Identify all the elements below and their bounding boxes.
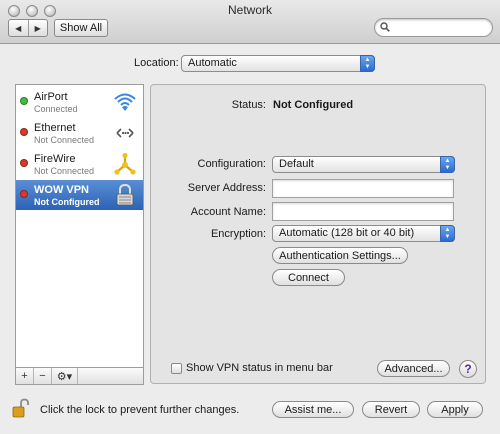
help-button[interactable]: ?: [459, 360, 477, 378]
server-address-field[interactable]: [272, 179, 454, 198]
search-icon: [380, 22, 390, 32]
lock-message: Click the lock to prevent further change…: [40, 404, 240, 416]
popup-arrows-icon: ▲ ▼: [440, 225, 455, 242]
back-forward-control: ◀ ▶: [8, 19, 48, 37]
encryption-value: Automatic (128 bit or 40 bit): [279, 227, 415, 239]
configuration-popup[interactable]: Default ▲ ▼: [272, 156, 455, 173]
service-status: Connected: [34, 104, 78, 114]
vpn-lock-icon: [116, 183, 134, 206]
apply-button[interactable]: Apply: [427, 401, 483, 418]
advanced-button[interactable]: Advanced...: [377, 360, 450, 377]
location-value: Automatic: [188, 57, 237, 69]
encryption-label: Encryption:: [210, 228, 266, 240]
account-name-field[interactable]: [272, 202, 454, 221]
forward-button[interactable]: ▶: [27, 20, 48, 36]
ethernet-icon: [116, 128, 134, 138]
service-item-airport[interactable]: AirPort Connected: [16, 87, 143, 117]
window-toolbar: Network ◀ ▶ Show All: [0, 0, 500, 44]
wifi-icon: [114, 93, 136, 111]
service-item-ethernet[interactable]: Ethernet Not Connected: [16, 118, 143, 148]
show-vpn-status-checkbox[interactable]: [171, 363, 182, 374]
authentication-settings-button[interactable]: Authentication Settings...: [272, 247, 408, 264]
connect-button[interactable]: Connect: [272, 269, 345, 286]
status-dot-icon: [20, 159, 28, 167]
gear-menu-button[interactable]: ⚙▾: [52, 368, 78, 384]
service-item-firewire[interactable]: FireWire Not Connected: [16, 149, 143, 179]
assist-me-button[interactable]: Assist me...: [272, 401, 354, 418]
status-value: Not Configured: [273, 99, 354, 111]
service-status: Not Configured: [34, 197, 100, 207]
show-vpn-status-label: Show VPN status in menu bar: [186, 362, 333, 374]
service-name: WOW VPN: [34, 184, 89, 196]
encryption-popup[interactable]: Automatic (128 bit or 40 bit) ▲ ▼: [272, 225, 455, 242]
popup-arrows-icon: ▲ ▼: [440, 156, 455, 173]
service-item-wow-vpn[interactable]: WOW VPN Not Configured: [16, 180, 143, 210]
status-dot-icon: [20, 190, 28, 198]
search-field[interactable]: [374, 18, 493, 37]
configuration-label: Configuration:: [197, 158, 267, 170]
lock-icon[interactable]: [12, 398, 30, 418]
service-list-toolbar: + − ⚙▾: [15, 368, 144, 385]
status-label: Status:: [231, 99, 266, 111]
service-list-empty-area: [16, 207, 143, 367]
location-label: Location:: [134, 57, 179, 69]
remove-service-button[interactable]: −: [34, 368, 52, 384]
account-name-label: Account Name:: [190, 206, 266, 218]
service-name: FireWire: [34, 153, 76, 165]
show-all-button[interactable]: Show All: [54, 19, 108, 37]
add-service-button[interactable]: +: [16, 368, 34, 384]
service-name: AirPort: [34, 91, 68, 103]
service-list: AirPort Connected Ethernet Not Connected…: [15, 84, 144, 368]
revert-button[interactable]: Revert: [362, 401, 420, 418]
firewire-icon: [114, 152, 136, 175]
configuration-value: Default: [279, 158, 314, 170]
status-dot-icon: [20, 128, 28, 136]
service-status: Not Connected: [34, 135, 95, 145]
status-dot-icon: [20, 97, 28, 105]
back-button[interactable]: ◀: [9, 20, 28, 36]
server-address-label: Server Address:: [187, 182, 266, 194]
location-popup[interactable]: Automatic ▲ ▼: [181, 55, 375, 72]
service-name: Ethernet: [34, 122, 76, 134]
popup-arrows-icon: ▲ ▼: [360, 55, 375, 72]
service-status: Not Connected: [34, 166, 95, 176]
window-title: Network: [227, 3, 272, 17]
